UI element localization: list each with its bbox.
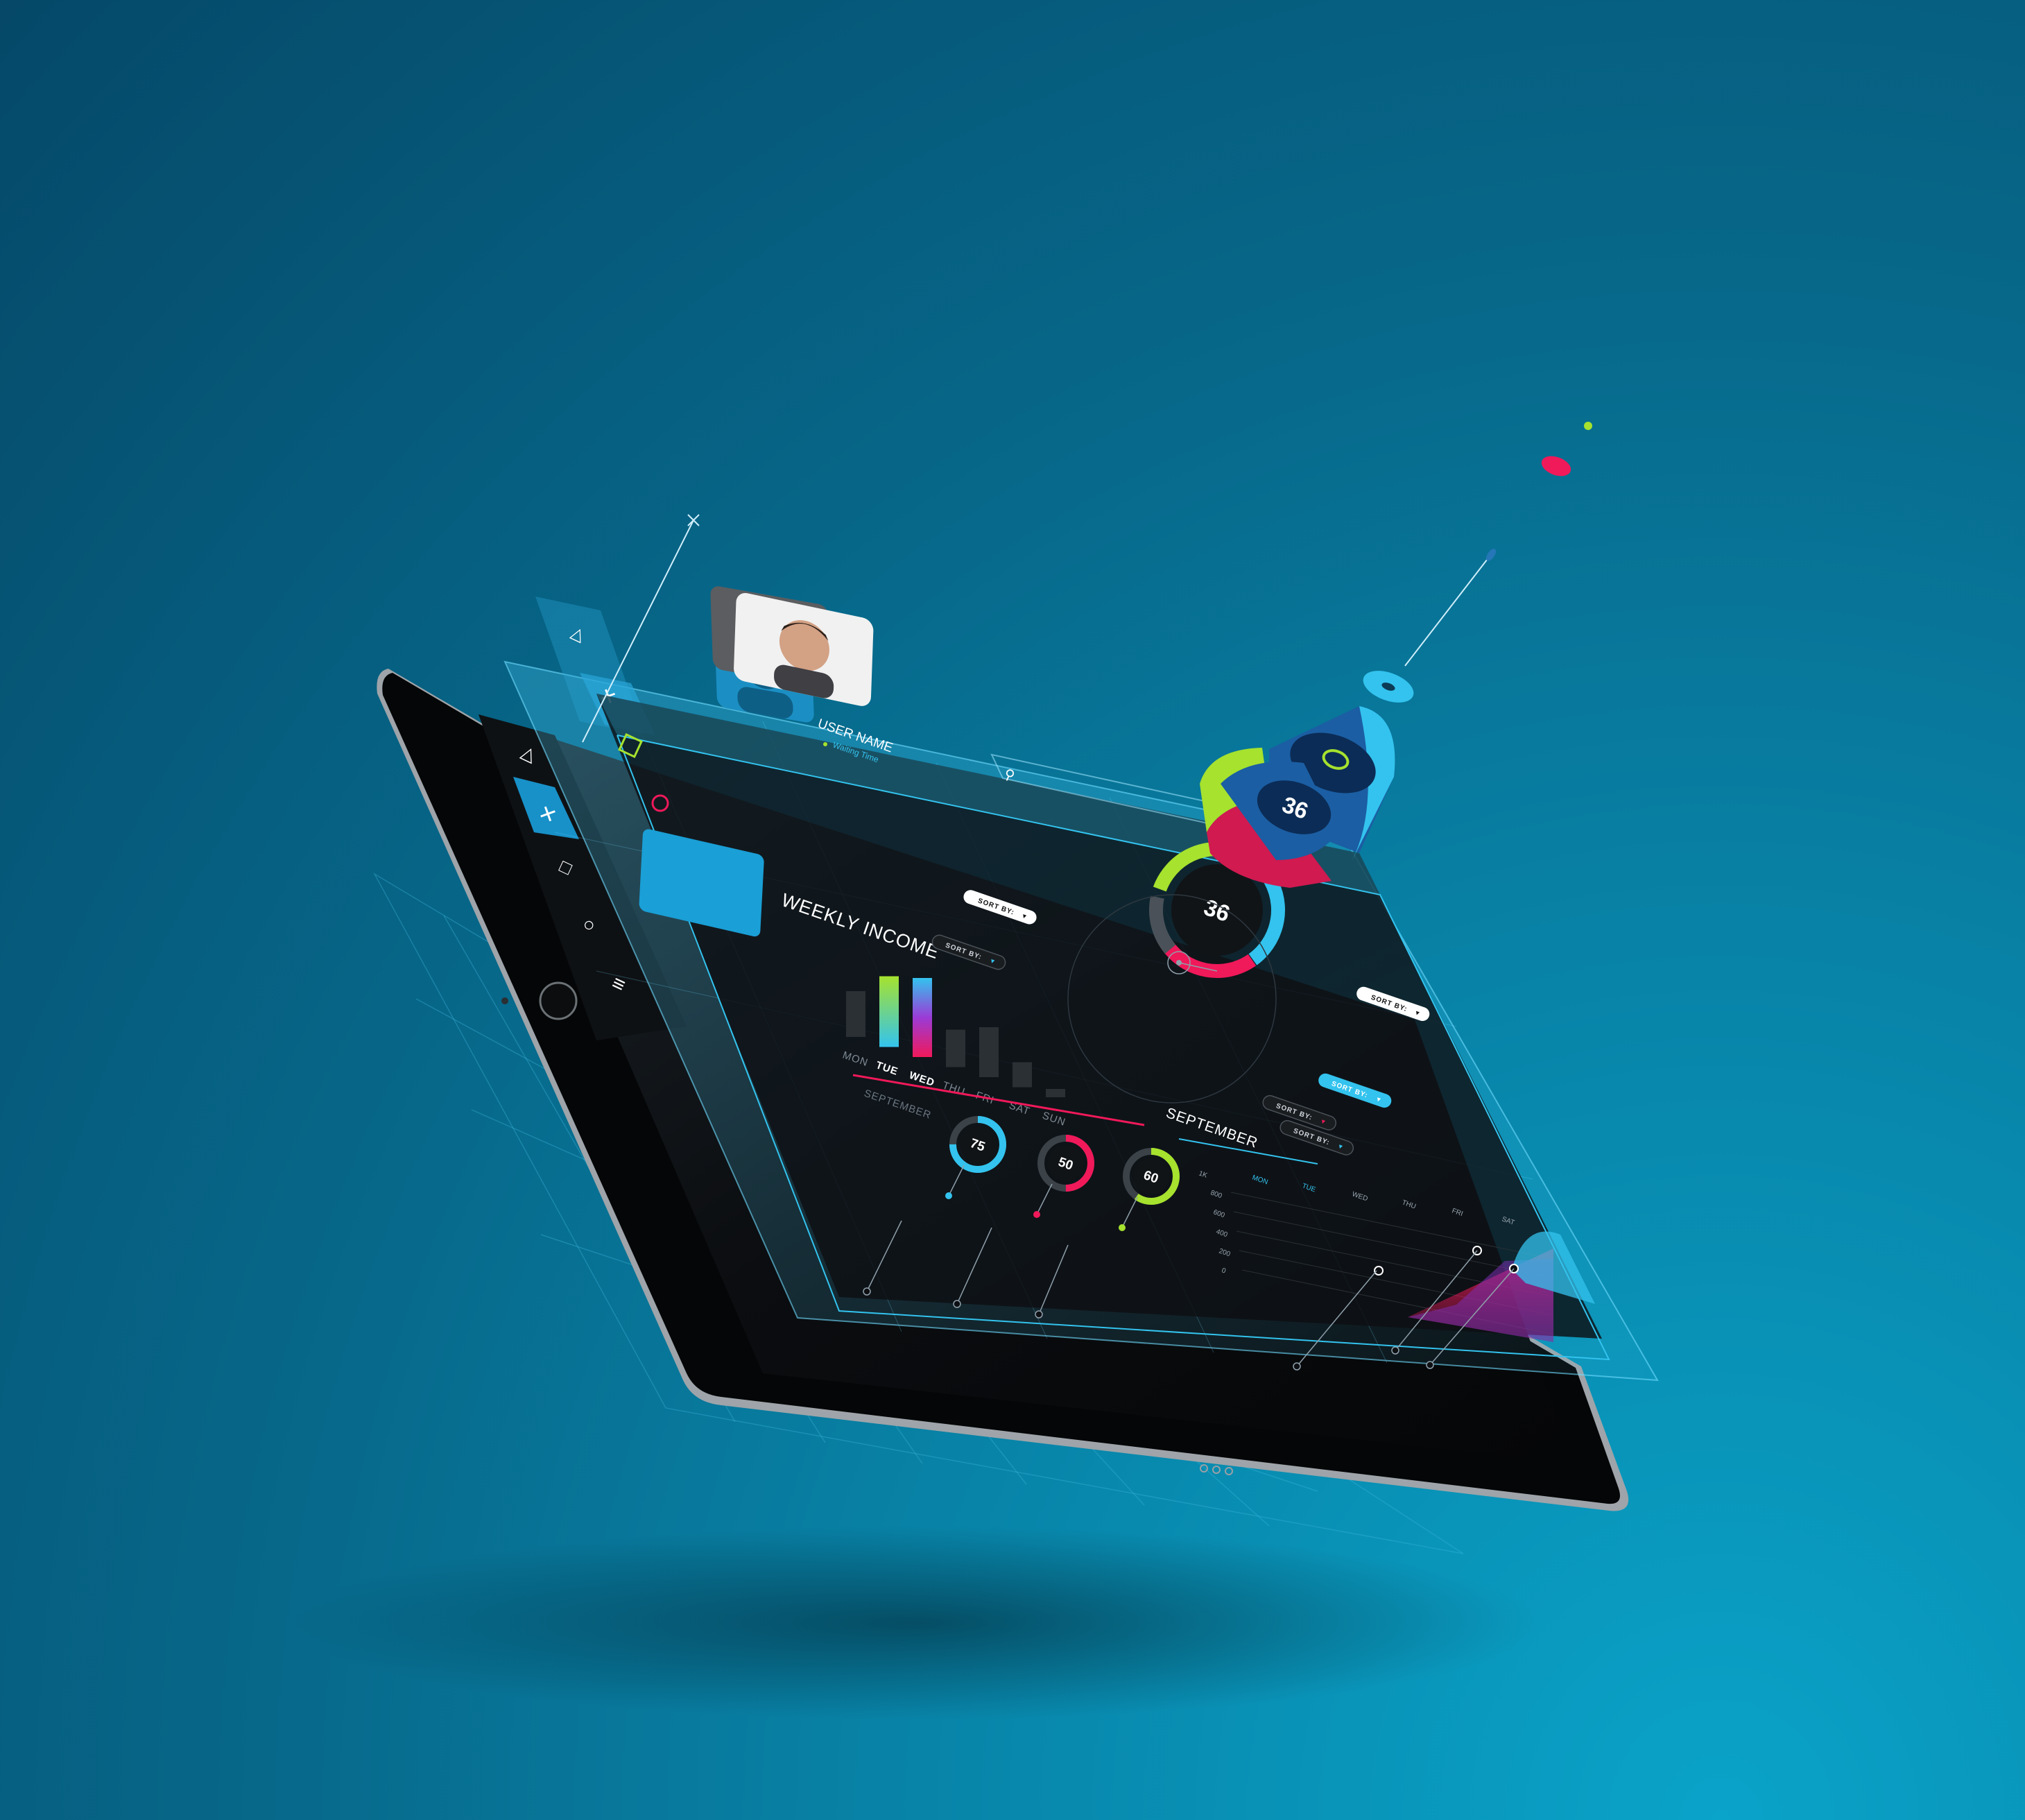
smart-connector (1200, 1464, 1233, 1475)
income-bar[interactable] (1013, 1062, 1032, 1088)
status-dot (823, 742, 827, 746)
avatar-stack (710, 586, 874, 723)
income-bar[interactable] (913, 978, 932, 1057)
scene: △ ✕ □ ○ ≡ △ ✕ ≡ (291, 422, 1659, 1720)
front-camera (501, 997, 508, 1004)
tablet-shadow (291, 1526, 1540, 1720)
income-bar[interactable] (1046, 1089, 1065, 1097)
income-bar[interactable] (846, 991, 865, 1037)
income-bar[interactable] (946, 1029, 965, 1067)
floating-red-disc (1541, 456, 1571, 477)
floating-rings: 36 (1200, 422, 1592, 888)
floating-green-dot (1584, 422, 1592, 430)
income-bar[interactable] (979, 1027, 999, 1077)
sep-point[interactable] (1374, 1266, 1384, 1276)
income-bar[interactable] (879, 976, 899, 1047)
home-button[interactable] (539, 981, 578, 1020)
